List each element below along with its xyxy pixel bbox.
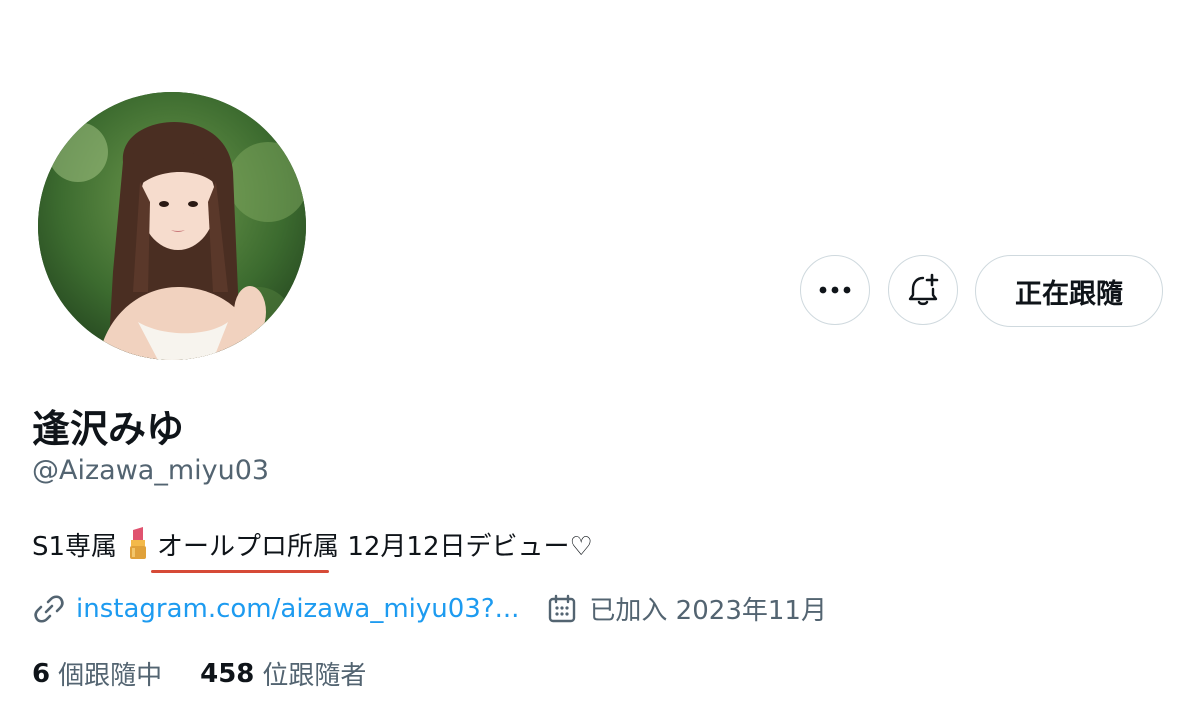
bell-plus-icon (908, 273, 939, 306)
bio-prefix: S1専属 (32, 532, 118, 562)
bio-agency: オールプロ所属 (151, 526, 339, 573)
followers-label: 位跟隨者 (262, 661, 367, 691)
following-count: 6 (32, 658, 51, 689)
followers-link[interactable]: 458 位跟隨者 (200, 655, 366, 692)
link-icon (34, 594, 64, 623)
profile-bio: S1専属 オールプロ所属 12月12日デビュー♡ (32, 526, 593, 573)
more-button[interactable] (800, 255, 870, 325)
lipstick-icon (130, 526, 147, 559)
profile-meta: instagram.com/aizawa_miyu03?... 已加入 2023… (32, 590, 827, 627)
more-dots-icon (819, 286, 851, 294)
follow-counts: 6 個跟隨中 458 位跟隨者 (32, 655, 366, 692)
avatar-photo (38, 92, 306, 360)
followers-count: 458 (200, 658, 255, 689)
bio-debut: 12月12日デビュー♡ (339, 532, 593, 562)
display-name: 逢沢みゆ (32, 407, 185, 451)
following-label: 個跟隨中 (58, 661, 163, 691)
joined-date: 已加入 2023年11月 (589, 596, 827, 626)
user-handle: @Aizawa_miyu03 (32, 455, 270, 486)
following-button[interactable]: 正在跟隨 (975, 255, 1163, 327)
profile-website-link[interactable]: instagram.com/aizawa_miyu03?... (76, 594, 519, 624)
notifications-button[interactable] (888, 255, 958, 325)
profile-avatar[interactable] (38, 92, 306, 360)
calendar-icon (549, 594, 576, 622)
following-link[interactable]: 6 個跟隨中 (32, 655, 162, 692)
